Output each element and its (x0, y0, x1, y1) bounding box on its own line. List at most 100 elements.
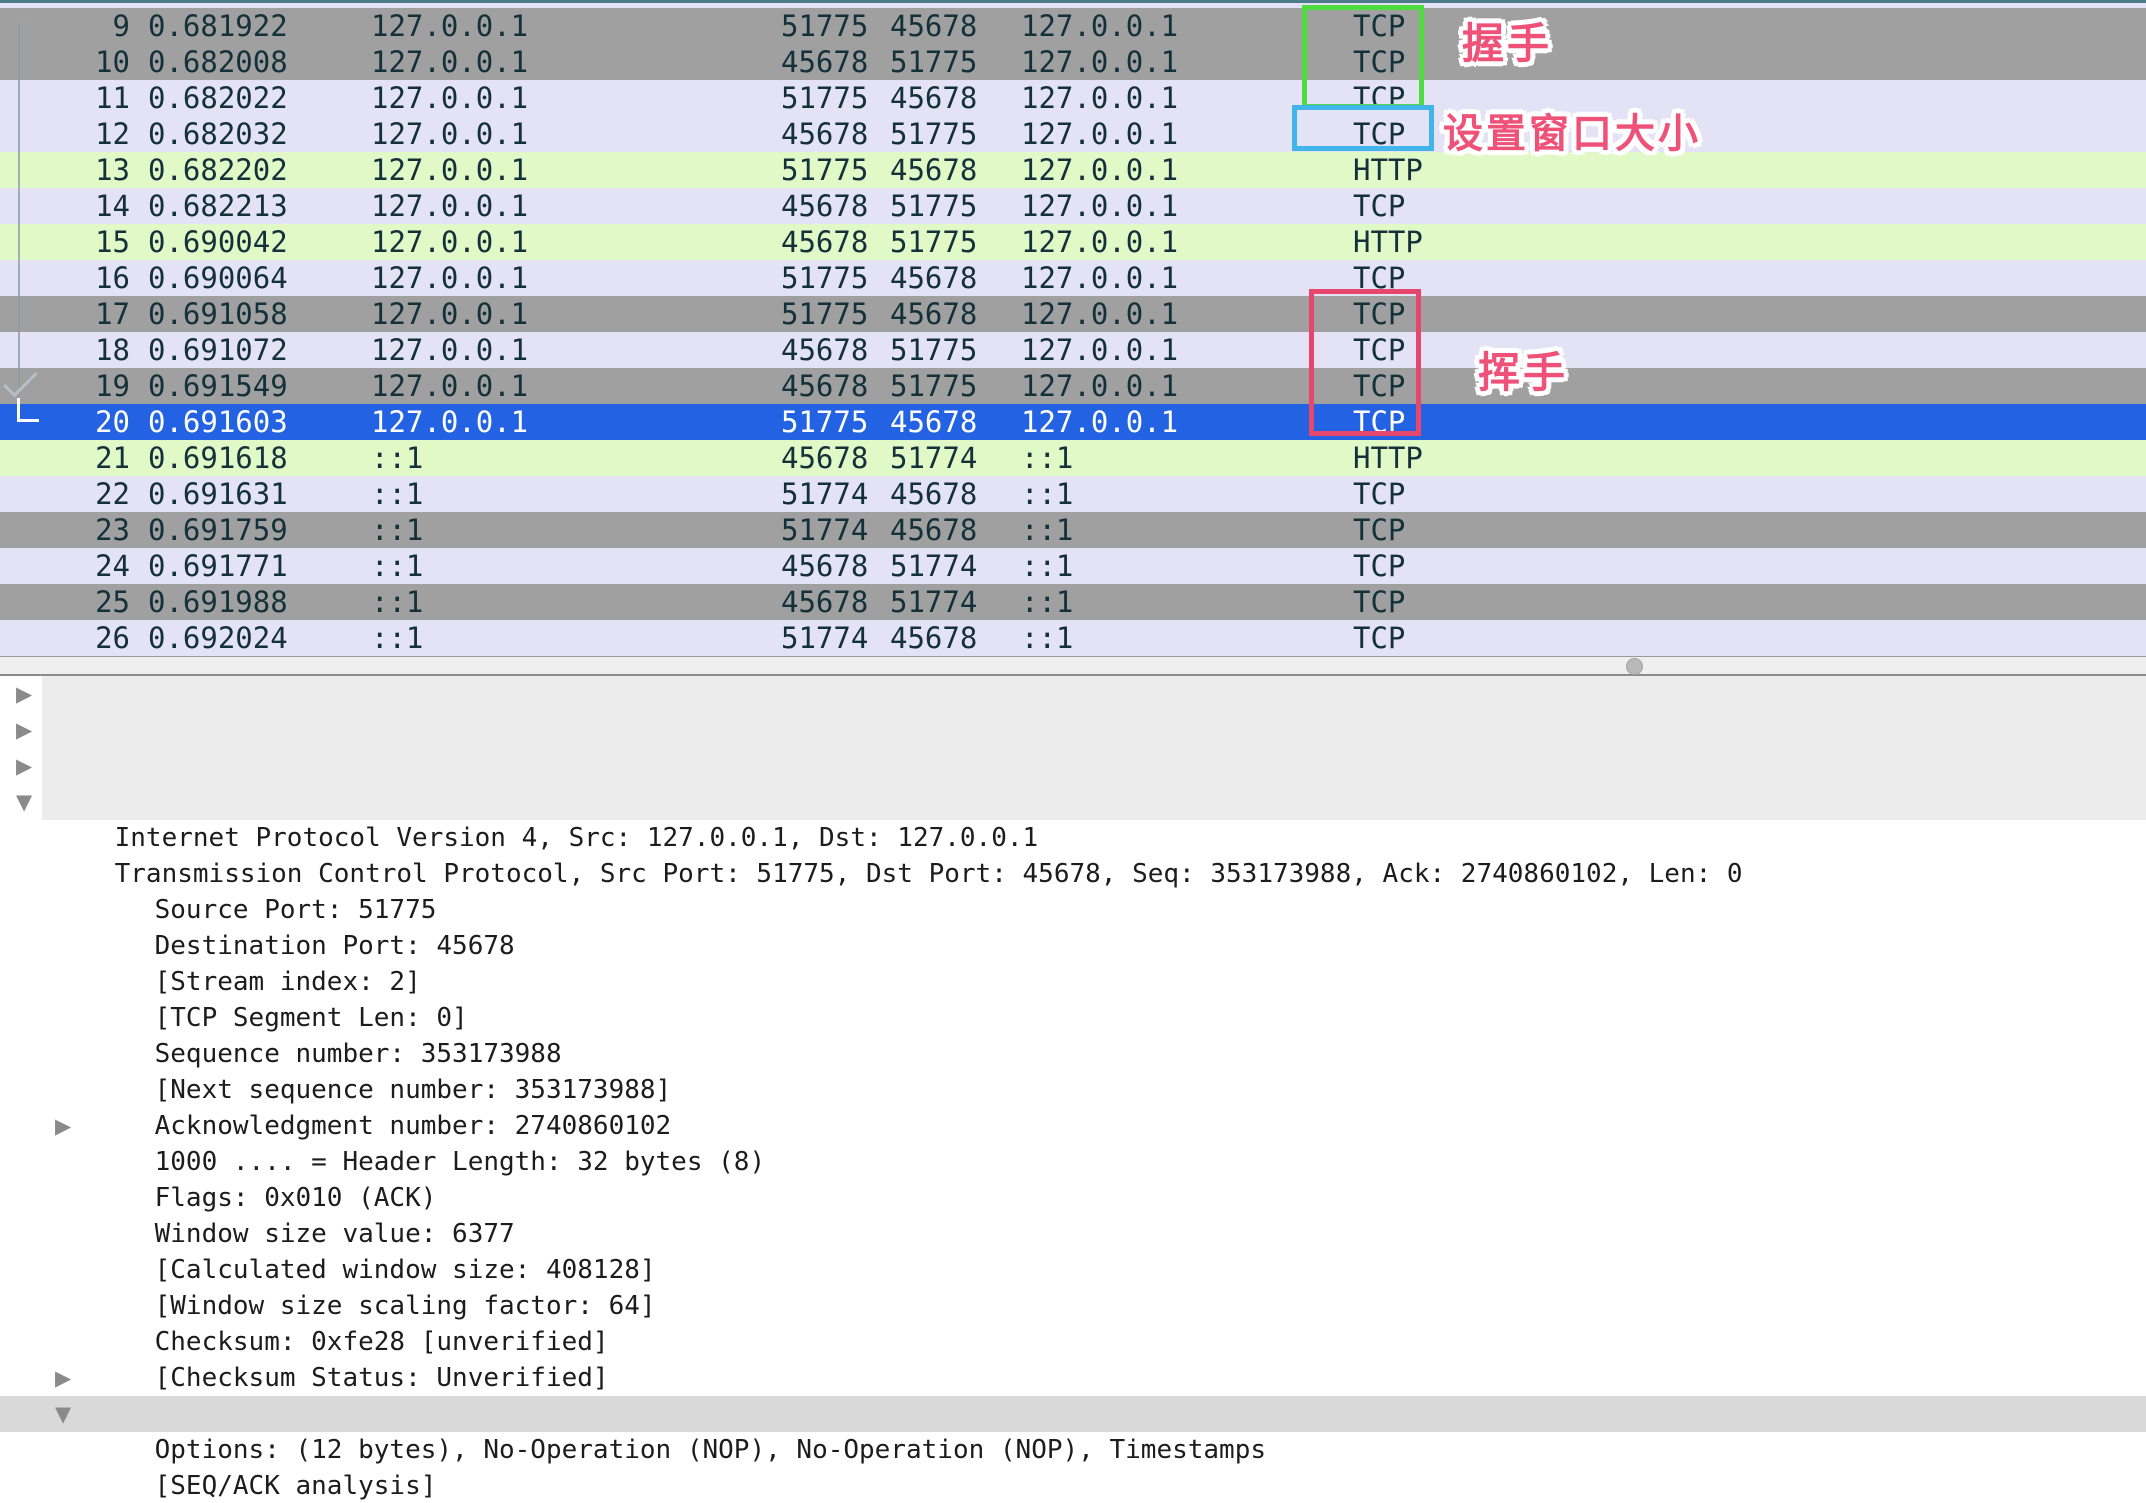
detail-row-7[interactable]: [TCP Segment Len: 0] (0, 928, 2146, 964)
detail-row-17[interactable]: [Checksum Status: Unverified] (0, 1288, 2146, 1324)
packet-row-24[interactable]: 24 0.691771 ::1 45678 51774 ::1 TCP (0, 548, 2146, 584)
detail-row-3[interactable]: ▼ Transmission Control Protocol, Src Por… (0, 784, 2146, 820)
col-src-port: 51775 (781, 260, 890, 296)
col-src-port: 45678 (781, 584, 890, 620)
col-protocol: TCP (1353, 260, 2146, 296)
col-dst-port: 51775 (890, 44, 1021, 80)
packet-row-12[interactable]: 12 0.682032 127.0.0.1 45678 51775 127.0.… (0, 116, 2146, 152)
col-source: 127.0.0.1 (371, 332, 781, 368)
col-no: 14 (0, 188, 148, 224)
col-destination: 127.0.0.1 (1021, 332, 1353, 368)
col-destination: 127.0.0.1 (1021, 404, 1353, 440)
packet-row-15[interactable]: 15 0.690042 127.0.0.1 45678 51775 127.0.… (0, 224, 2146, 260)
detail-row-21[interactable]: [This is an ACK to the segment in frame:… (0, 1432, 2146, 1468)
col-dst-port: 45678 (890, 8, 1021, 44)
col-src-port: 45678 (781, 368, 890, 404)
col-destination: 127.0.0.1 (1021, 44, 1353, 80)
col-time: 0.682213 (148, 188, 371, 224)
col-protocol: HTTP (1353, 224, 2146, 260)
packet-rows-container: 9 0.681922 127.0.0.1 51775 45678 127.0.0… (0, 8, 2146, 656)
packet-row-20[interactable]: 20 0.691603 127.0.0.1 51775 45678 127.0.… (0, 404, 2146, 440)
col-dst-port: 51774 (890, 584, 1021, 620)
col-no: 23 (0, 512, 148, 548)
expand-arrow-icon[interactable]: ▶ (16, 712, 50, 748)
col-no: 26 (0, 620, 148, 656)
col-destination: 127.0.0.1 (1021, 80, 1353, 116)
detail-row-15[interactable]: [Window size scaling factor: 64] (0, 1216, 2146, 1252)
detail-row-12[interactable]: ▶ Flags: 0x010 (ACK) (0, 1108, 2146, 1144)
expand-arrow-icon[interactable]: ▶ (16, 676, 50, 712)
col-no: 12 (0, 116, 148, 152)
col-dst-port: 51775 (890, 224, 1021, 260)
packet-row-19[interactable]: 19 0.691549 127.0.0.1 45678 51775 127.0.… (0, 368, 2146, 404)
packet-row-23[interactable]: 23 0.691759 ::1 51774 45678 ::1 TCP (0, 512, 2146, 548)
expand-arrow-icon[interactable]: ▼ (55, 1396, 89, 1432)
detail-row-19[interactable]: ▶ Options: (12 bytes), No-Operation (NOP… (0, 1360, 2146, 1396)
packet-row-18[interactable]: 18 0.691072 127.0.0.1 45678 51775 127.0.… (0, 332, 2146, 368)
detail-row-13[interactable]: Window size value: 6377 (0, 1144, 2146, 1180)
col-dst-port: 51775 (890, 116, 1021, 152)
expand-arrow-icon[interactable]: ▶ (16, 748, 50, 784)
detail-row-6[interactable]: [Stream index: 2] (0, 892, 2146, 928)
col-destination: 127.0.0.1 (1021, 296, 1353, 332)
expand-arrow-icon[interactable]: ▶ (55, 1108, 89, 1144)
col-protocol: TCP (1353, 8, 2146, 44)
detail-row-11[interactable]: 1000 .... = Header Length: 32 bytes (8) (0, 1072, 2146, 1108)
detail-rows-container: ▶ Frame 20: 56 bytes on wire (448 bits),… (0, 676, 2146, 1503)
col-source: ::1 (371, 548, 781, 584)
detail-row-16[interactable]: Checksum: 0xfe28 [unverified] (0, 1252, 2146, 1288)
col-protocol: TCP (1353, 116, 2146, 152)
packet-row-14[interactable]: 14 0.682213 127.0.0.1 45678 51775 127.0.… (0, 188, 2146, 224)
packet-row-26[interactable]: 26 0.692024 ::1 51774 45678 ::1 TCP (0, 620, 2146, 656)
col-source: ::1 (371, 476, 781, 512)
packet-row-25[interactable]: 25 0.691988 ::1 45678 51774 ::1 TCP (0, 584, 2146, 620)
col-source: 127.0.0.1 (371, 260, 781, 296)
col-source: ::1 (371, 584, 781, 620)
col-time: 0.691771 (148, 548, 371, 584)
col-time: 0.690064 (148, 260, 371, 296)
splitter-grip[interactable] (1626, 658, 1643, 675)
packet-row-17[interactable]: 17 0.691058 127.0.0.1 51775 45678 127.0.… (0, 296, 2146, 332)
detail-row-18[interactable]: Urgent pointer: 0 (0, 1324, 2146, 1360)
packet-row-16[interactable]: 16 0.690064 127.0.0.1 51775 45678 127.0.… (0, 260, 2146, 296)
packet-row-22[interactable]: 22 0.691631 ::1 51774 45678 ::1 TCP (0, 476, 2146, 512)
packet-row-13[interactable]: 13 0.682202 127.0.0.1 51775 45678 127.0.… (0, 152, 2146, 188)
col-destination: ::1 (1021, 512, 1353, 548)
pane-splitter[interactable] (0, 656, 2146, 676)
col-dst-port: 45678 (890, 512, 1021, 548)
col-destination: 127.0.0.1 (1021, 152, 1353, 188)
col-source: 127.0.0.1 (371, 8, 781, 44)
detail-row-2[interactable]: ▶ Internet Protocol Version 4, Src: 127.… (0, 748, 2146, 784)
col-time: 0.691631 (148, 476, 371, 512)
col-time: 0.691618 (148, 440, 371, 476)
col-protocol: TCP (1353, 332, 2146, 368)
detail-row-1[interactable]: ▶ Null/Loopback (0, 712, 2146, 748)
expand-arrow-icon[interactable]: ▶ (55, 1360, 89, 1396)
col-time: 0.682202 (148, 152, 371, 188)
col-destination: 127.0.0.1 (1021, 188, 1353, 224)
col-dst-port: 51775 (890, 332, 1021, 368)
col-no: 20 (0, 404, 148, 440)
packet-row-10[interactable]: 10 0.682008 127.0.0.1 45678 51775 127.0.… (0, 44, 2146, 80)
col-protocol: TCP (1353, 512, 2146, 548)
expand-arrow-icon[interactable]: ▼ (16, 784, 50, 820)
col-destination: ::1 (1021, 476, 1353, 512)
detail-row-9[interactable]: [Next sequence number: 353173988] (0, 1000, 2146, 1036)
packet-row-21[interactable]: 21 0.691618 ::1 45678 51774 ::1 HTTP (0, 440, 2146, 476)
detail-row-14[interactable]: [Calculated window size: 408128] (0, 1180, 2146, 1216)
col-no: 10 (0, 44, 148, 80)
detail-row-8[interactable]: Sequence number: 353173988 (0, 964, 2146, 1000)
packet-row-11[interactable]: 11 0.682022 127.0.0.1 51775 45678 127.0.… (0, 80, 2146, 116)
detail-row-20[interactable]: ▼ [SEQ/ACK analysis] (0, 1396, 2146, 1432)
col-protocol: TCP (1353, 80, 2146, 116)
detail-row-22[interactable]: [The RTT to ACK the segment was: 0.00005… (0, 1468, 2146, 1503)
packet-row-9[interactable]: 9 0.681922 127.0.0.1 51775 45678 127.0.0… (0, 8, 2146, 44)
col-source: ::1 (371, 512, 781, 548)
detail-row-4[interactable]: Source Port: 51775 (0, 820, 2146, 856)
col-dst-port: 51774 (890, 548, 1021, 584)
detail-row-10[interactable]: Acknowledgment number: 2740860102 (0, 1036, 2146, 1072)
col-protocol: TCP (1353, 188, 2146, 224)
col-dst-port: 45678 (890, 404, 1021, 440)
detail-row-0[interactable]: ▶ Frame 20: 56 bytes on wire (448 bits),… (0, 676, 2146, 712)
detail-row-5[interactable]: Destination Port: 45678 (0, 856, 2146, 892)
